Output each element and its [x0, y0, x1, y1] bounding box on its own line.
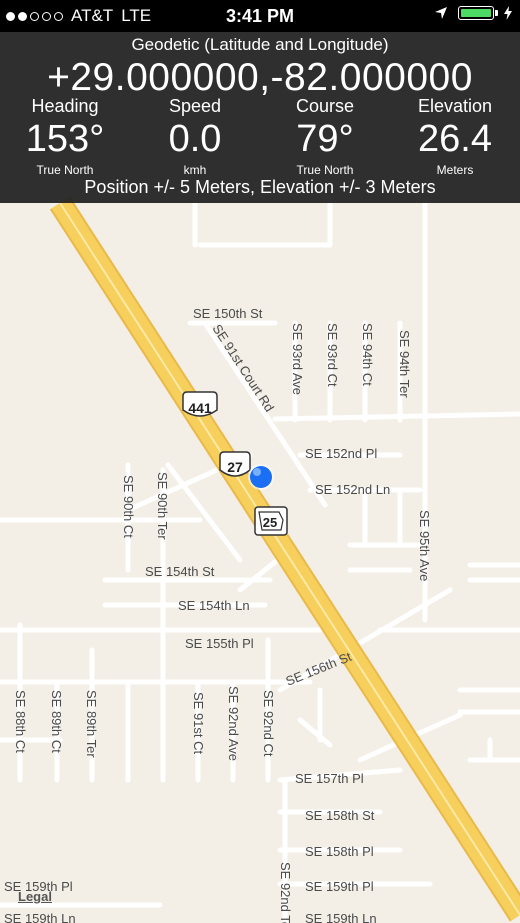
svg-text:SE 159th Ln: SE 159th Ln: [4, 911, 76, 923]
elevation-label: Elevation: [417, 96, 493, 116]
speed-value: 0.0: [168, 118, 222, 160]
heading-metric: Heading 153° True North: [0, 96, 130, 177]
svg-text:SE 94th Ct: SE 94th Ct: [360, 323, 375, 386]
svg-text:SE 158th Pl: SE 158th Pl: [305, 844, 374, 859]
svg-text:SE 92nd Ct: SE 92nd Ct: [261, 690, 276, 757]
coordinate-system-label: Geodetic (Latitude and Longitude): [131, 35, 389, 54]
course-label: Course: [295, 96, 355, 116]
svg-text:SE 89th Ct: SE 89th Ct: [49, 690, 64, 753]
svg-text:SE 154th Ln: SE 154th Ln: [178, 598, 250, 613]
svg-text:SE 159th Ln: SE 159th Ln: [305, 911, 377, 923]
heading-label: Heading: [31, 96, 99, 116]
svg-text:SE 150th St: SE 150th St: [193, 306, 263, 321]
location-readout-panel: Geodetic (Latitude and Longitude) +29.00…: [0, 32, 520, 203]
speed-label: Speed: [168, 96, 222, 116]
svg-text:SE 93rd Ave: SE 93rd Ave: [290, 323, 305, 395]
svg-text:SE 91st Ct: SE 91st Ct: [191, 692, 206, 755]
svg-text:441: 441: [188, 400, 212, 416]
svg-text:SE 154th St: SE 154th St: [145, 564, 215, 579]
svg-text:SE 152nd Ln: SE 152nd Ln: [315, 482, 390, 497]
heading-value: 153°: [25, 118, 105, 160]
charging-bolt-icon: [504, 6, 512, 20]
svg-text:SE 89th Ter: SE 89th Ter: [84, 690, 99, 758]
legal-link[interactable]: Legal: [18, 889, 52, 904]
battery-icon: [458, 6, 498, 20]
svg-text:SE 94th Ter: SE 94th Ter: [397, 330, 412, 398]
svg-text:SE 152nd Pl: SE 152nd Pl: [305, 446, 377, 461]
elevation-value: 26.4: [418, 118, 492, 160]
current-location-dot[interactable]: [248, 464, 274, 490]
elevation-unit: Meters: [436, 163, 474, 177]
speed-metric: Speed 0.0 kmh: [130, 96, 260, 177]
svg-text:SE 90th Ter: SE 90th Ter: [155, 472, 170, 540]
status-bar: AT&T LTE 3:41 PM: [0, 0, 520, 32]
svg-text:SE 159th Pl: SE 159th Pl: [305, 879, 374, 894]
svg-text:27: 27: [227, 459, 243, 475]
course-unit: True North: [296, 163, 354, 177]
course-metric: Course 79° True North: [260, 96, 390, 177]
speed-unit: kmh: [183, 163, 207, 177]
us-27-shield: 27: [219, 451, 251, 477]
fl-25-shield: 25: [254, 506, 288, 536]
svg-text:SE 92nd Ave: SE 92nd Ave: [226, 686, 241, 761]
location-arrow-icon: [435, 7, 447, 19]
accuracy-text: Position +/- 5 Meters, Elevation +/- 3 M…: [84, 177, 436, 197]
svg-text:SE 92nd Ter: SE 92nd Ter: [278, 862, 293, 923]
svg-text:SE 95th Ave: SE 95th Ave: [417, 510, 432, 581]
coordinates-value: +29.000000,-82.000000: [47, 56, 473, 99]
elevation-metric: Elevation 26.4 Meters: [390, 96, 520, 177]
course-value: 79°: [296, 118, 354, 160]
us-441-shield: 441: [182, 391, 218, 417]
svg-text:SE 155th Pl: SE 155th Pl: [185, 636, 254, 651]
svg-text:25: 25: [263, 515, 277, 530]
svg-text:SE 157th Pl: SE 157th Pl: [295, 771, 364, 786]
heading-unit: True North: [36, 163, 94, 177]
svg-text:SE 158th St: SE 158th St: [305, 808, 375, 823]
svg-text:SE 93rd Ct: SE 93rd Ct: [325, 323, 340, 387]
svg-text:SE 88th Ct: SE 88th Ct: [13, 690, 28, 753]
svg-text:SE 90th Ct: SE 90th Ct: [121, 475, 136, 538]
